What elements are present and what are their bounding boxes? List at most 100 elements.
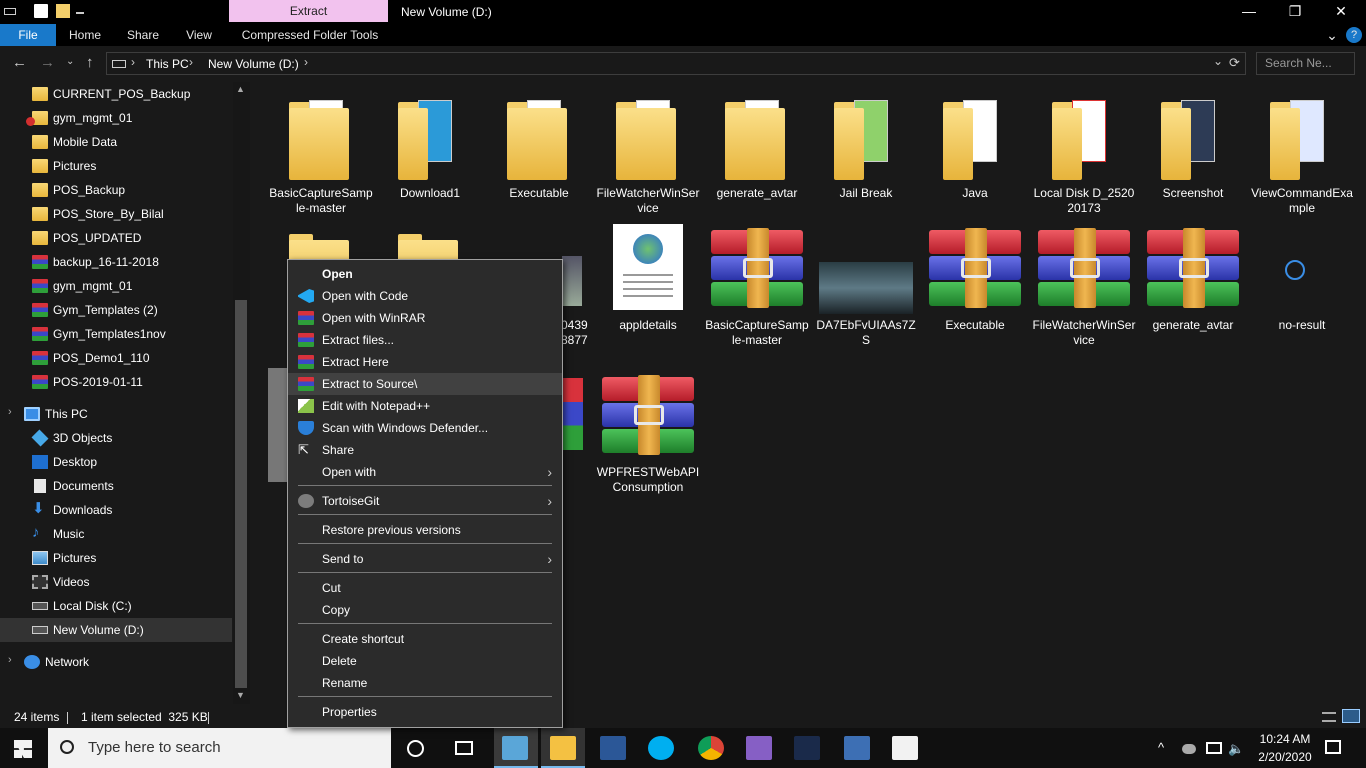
sidebar-item-this-pc[interactable]: › This PC [0,402,232,426]
image-item[interactable]: no-result [1250,224,1354,344]
menu-item-extract-files[interactable]: Extract files... [288,329,562,351]
restore-button[interactable]: ❐ [1272,0,1318,22]
sidebar-item-local-disk-c[interactable]: Local Disk (C:) [0,594,232,618]
customize-toolbar-icon[interactable] [76,9,84,14]
menu-item-open-with-code[interactable]: Open with Code [288,285,562,307]
archive-item[interactable]: generate_avtar [1141,224,1245,344]
tab-home[interactable]: Home [62,24,108,46]
folder-item[interactable] [269,232,373,262]
sidebar-item-documents[interactable]: Documents [0,474,232,498]
details-view-icon[interactable] [1322,712,1336,722]
folder-item[interactable]: FileWatcherWinService [596,100,700,220]
sidebar-item-pictures[interactable]: Pictures [0,546,232,570]
sidebar-item-videos[interactable]: Videos [0,570,232,594]
sidebar-item-pos-store-by-bilal[interactable]: POS_Store_By_Bilal [0,202,232,226]
clock-time[interactable]: 10:24 AM [1255,732,1315,746]
menu-item-properties[interactable]: Properties [288,701,562,723]
notifications-icon[interactable] [1325,740,1341,754]
sidebar-scrollbar[interactable]: ▲ ▼ [233,82,250,704]
back-button[interactable]: ← [12,54,27,71]
folder-item[interactable]: ViewCommandExample [1250,100,1354,220]
forward-button[interactable]: → [40,54,55,71]
tab-view[interactable]: View [178,24,220,46]
menu-item-create-shortcut[interactable]: Create shortcut [288,628,562,650]
show-hidden-icons-icon[interactable]: ^ [1158,728,1164,768]
menu-item-open-with[interactable]: Open with › [288,461,562,483]
menu-item-cut[interactable]: Cut [288,577,562,599]
breadcrumb-this-pc[interactable]: This PC [146,57,189,71]
image-item[interactable]: DA7EbFvUIAAs7ZS [814,224,918,347]
taskbar-search-input[interactable]: Type here to search [48,728,391,768]
menu-item-restore-previous-versions[interactable]: Restore previous versions [288,519,562,541]
menu-item-rename[interactable]: Rename [288,672,562,694]
word-icon[interactable] [600,736,626,760]
folder-item[interactable]: Screenshot [1141,100,1245,220]
sidebar-item-pos-demo1-110[interactable]: POS_Demo1_110 [0,346,232,370]
address-dropdown-icon[interactable]: ⌄ [1213,54,1223,68]
folder-item[interactable]: Download1 [378,100,482,220]
sidebar-item-pos-backup[interactable]: POS_Backup [0,178,232,202]
sidebar-item-pos-2019-01-11[interactable]: POS-2019-01-11 [0,370,232,394]
menu-item-tortoisegit[interactable]: TortoiseGit › [288,490,562,512]
tab-share[interactable]: Share [122,24,164,46]
expand-chevron-icon[interactable]: › [8,654,12,666]
sidebar-item-backup-16-11-2018[interactable]: backup_16-11-2018 [0,250,232,274]
cortana-icon[interactable] [407,740,424,757]
address-bar[interactable]: › This PC › New Volume (D:) › ⌄ ⟳ [106,52,1246,75]
menu-item-open-with-winrar[interactable]: Open with WinRAR [288,307,562,329]
new-folder-icon[interactable] [56,4,70,18]
expand-chevron-icon[interactable]: › [8,406,12,418]
folder-item[interactable]: generate_avtar [705,100,809,220]
folder-item[interactable]: BasicCaptureSample-master [269,100,373,220]
folder-item[interactable] [378,232,482,262]
sidebar-item-desktop[interactable]: Desktop [0,450,232,474]
folder-item[interactable]: Java [923,100,1027,220]
tab-file[interactable]: File [0,24,56,46]
sidebar-item-downloads[interactable]: ⬇ Downloads [0,498,232,522]
properties-icon[interactable] [34,4,48,18]
scrollbar-thumb[interactable] [235,300,247,688]
skype-icon[interactable] [648,736,674,760]
archive-item[interactable]: BasicCaptureSample-master [705,224,809,347]
menu-item-extract-to-source[interactable]: Extract to Source\ [288,373,562,395]
app-window-icon[interactable] [844,736,870,760]
menu-item-copy[interactable]: Copy [288,599,562,621]
sidebar-item-pictures-folder[interactable]: Pictures [0,154,232,178]
task-view-icon[interactable] [455,741,473,755]
menu-item-send-to[interactable]: Send to › [288,548,562,570]
network-icon[interactable] [1206,742,1222,754]
clock-date[interactable]: 2/20/2020 [1255,750,1315,764]
sidebar-item-gym-mgmt-archive[interactable]: gym_mgmt_01 [0,274,232,298]
selected-item-highlight[interactable] [268,368,288,482]
large-icons-view-icon[interactable] [1342,709,1360,723]
file-explorer-icon[interactable] [550,736,576,760]
close-button[interactable]: ✕ [1318,0,1364,22]
folder-item[interactable]: Jail Break [814,100,918,220]
folder-item[interactable]: Local Disk D_252020173 [1032,100,1136,220]
scroll-down-icon[interactable]: ▼ [236,690,245,700]
folder-item[interactable]: Executable [487,100,591,220]
visual-studio-icon[interactable] [746,736,772,760]
up-button[interactable]: ↑ [86,54,94,71]
sidebar-item-3d-objects[interactable]: 3D Objects [0,426,232,450]
sidebar-item-network[interactable]: › Network [0,650,232,674]
sidebar-item-gym-templates-2[interactable]: Gym_Templates (2) [0,298,232,322]
image-thumbnail[interactable] [562,256,582,306]
file-item-appldetails[interactable]: appldetails [596,224,700,344]
archive-item[interactable]: Executable [923,224,1027,344]
menu-item-share[interactable]: ⇱ Share [288,439,562,461]
sidebar-item-music[interactable]: ♪ Music [0,522,232,546]
sidebar-item-mobile-data[interactable]: Mobile Data [0,130,232,154]
chrome-icon[interactable] [698,736,724,760]
menu-item-extract-here[interactable]: Extract Here [288,351,562,373]
matlab-icon[interactable] [794,736,820,760]
sidebar-item-new-volume-d[interactable]: New Volume (D:) [0,618,232,642]
search-input[interactable]: Search Ne... [1256,52,1355,75]
minimize-button[interactable]: — [1226,0,1272,22]
archive-item[interactable]: FileWatcherWinService [1032,224,1136,347]
scroll-up-icon[interactable]: ▲ [236,84,245,94]
refresh-icon[interactable]: ⟳ [1229,55,1240,71]
help-icon[interactable]: ? [1346,27,1362,43]
tab-extract-context[interactable]: Extract [229,0,388,22]
archive-item[interactable]: WPFRESTWebAPIConsumption [596,371,700,494]
